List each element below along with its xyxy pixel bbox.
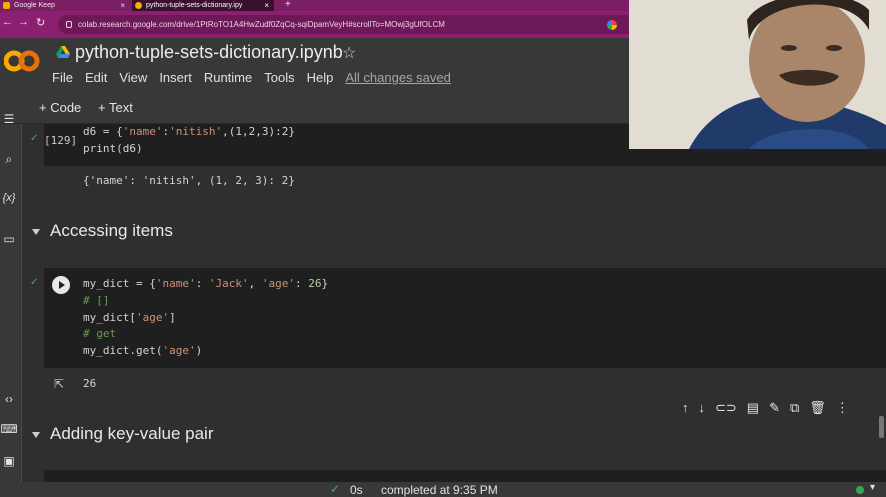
code-token: : bbox=[195, 277, 209, 290]
code-token: ] bbox=[169, 310, 176, 324]
scrollbar[interactable] bbox=[879, 416, 884, 438]
collapse-icon[interactable] bbox=[32, 228, 40, 235]
code-snippets-icon[interactable]: ‹› bbox=[0, 392, 18, 406]
search-icon[interactable]: ⌕ bbox=[0, 152, 18, 167]
tab-title: python-tuple-sets-dictionary.ipy bbox=[146, 2, 243, 9]
code-string: 'age' bbox=[135, 310, 170, 324]
section-heading[interactable]: Accessing items bbox=[32, 221, 173, 241]
code-token: ,(1,2,3):2} bbox=[222, 125, 295, 138]
code-token: my_dict.get( bbox=[83, 344, 163, 358]
terminal-icon[interactable]: ▣ bbox=[0, 454, 18, 468]
back-icon[interactable]: ← bbox=[2, 16, 13, 28]
left-sidebar: ☰ ⌕ {x} ▭ ‹› ⌨ ▣ bbox=[0, 112, 22, 482]
keep-icon bbox=[3, 2, 10, 9]
code-string: 'Jack' bbox=[208, 277, 249, 290]
star-icon[interactable]: ☆ bbox=[342, 43, 356, 63]
menu-view[interactable]: View bbox=[119, 70, 147, 85]
tab-google-keep[interactable]: Google Keep × bbox=[0, 0, 130, 11]
runtime-status-icon[interactable] bbox=[856, 486, 864, 494]
code-comment: # [] bbox=[83, 293, 110, 307]
more-icon[interactable]: ⋮ bbox=[836, 400, 849, 416]
drive-icon[interactable] bbox=[56, 46, 70, 58]
menu-file[interactable]: File bbox=[52, 70, 73, 85]
code-token: } bbox=[321, 277, 329, 290]
menu-runtime[interactable]: Runtime bbox=[204, 70, 252, 85]
add-text-button[interactable]: + Text bbox=[98, 100, 133, 115]
chevron-down-icon[interactable]: ▾ bbox=[870, 482, 875, 493]
command-palette-icon[interactable]: ⌨ bbox=[0, 422, 18, 436]
add-code-button[interactable]: + Code bbox=[39, 100, 81, 115]
menu-insert[interactable]: Insert bbox=[159, 70, 192, 85]
code-string: 'name' bbox=[122, 125, 163, 138]
section-heading[interactable]: Adding key-value pair bbox=[32, 424, 213, 444]
new-tab-icon[interactable]: + bbox=[285, 0, 291, 10]
close-icon[interactable]: × bbox=[120, 1, 125, 10]
tab-title: Google Keep bbox=[14, 2, 55, 9]
forward-icon[interactable]: → bbox=[18, 16, 29, 28]
url-text: colab.research.google.com/drive/1PtRoTO1… bbox=[78, 20, 445, 29]
collapse-icon[interactable] bbox=[32, 431, 40, 438]
tab-colab[interactable]: python-tuple-sets-dictionary.ipy × bbox=[132, 0, 274, 11]
edit-icon[interactable]: ✎ bbox=[769, 400, 780, 416]
notebook-area: ✓ [129] d6 = {'name':'nitish',(1,2,3):2}… bbox=[22, 124, 886, 482]
lock-icon bbox=[66, 21, 72, 28]
code-token: ) bbox=[195, 344, 203, 358]
code-string: 'nitish' bbox=[169, 125, 223, 138]
code-token: , bbox=[248, 277, 262, 290]
run-cell-button[interactable] bbox=[52, 276, 70, 294]
menu-bar: File Edit View Insert Runtime Tools Help… bbox=[52, 70, 463, 85]
status-bar: ✓ 0s completed at 9:35 PM ▾ bbox=[0, 482, 886, 497]
menu-edit[interactable]: Edit bbox=[85, 70, 107, 85]
comment-icon[interactable]: ▤ bbox=[747, 400, 759, 416]
code-token: : bbox=[294, 277, 309, 290]
execution-duration: 0s bbox=[350, 483, 363, 497]
code-editor[interactable]: my_dict = {'name': 'Jack', 'age': 26} # … bbox=[83, 276, 328, 360]
check-icon: ✓ bbox=[330, 482, 341, 496]
check-icon: ✓ bbox=[30, 133, 39, 144]
webcam-overlay bbox=[629, 0, 886, 149]
toc-icon[interactable]: ☰ bbox=[0, 112, 18, 126]
code-string: 'age' bbox=[162, 344, 196, 358]
colab-logo[interactable] bbox=[4, 49, 40, 73]
variables-icon[interactable]: {x} bbox=[0, 192, 18, 204]
menu-help[interactable]: Help bbox=[307, 70, 334, 85]
section-title: Accessing items bbox=[50, 221, 173, 240]
code-token: my_dict = { bbox=[83, 277, 156, 290]
notebook-title[interactable]: python-tuple-sets-dictionary.ipynb bbox=[75, 42, 343, 63]
url-input[interactable]: colab.research.google.com/drive/1PtRoTO1… bbox=[58, 15, 638, 34]
code-token: my_dict[ bbox=[83, 310, 136, 324]
link-icon[interactable]: ⊂⊃ bbox=[715, 400, 737, 416]
reload-icon[interactable]: ↻ bbox=[36, 16, 45, 29]
mirror-cell-icon[interactable]: ⧉ bbox=[790, 400, 799, 416]
colab-icon bbox=[135, 2, 142, 9]
code-comment: # get bbox=[83, 327, 117, 341]
cell-output: 26 bbox=[83, 377, 97, 390]
code-string: 'name' bbox=[155, 277, 196, 290]
screen: Google Keep × python-tuple-sets-dictiona… bbox=[0, 0, 886, 497]
check-icon: ✓ bbox=[30, 277, 39, 288]
presenter-image bbox=[629, 0, 886, 149]
code-token: d6 = { bbox=[83, 125, 123, 138]
completion-text: completed at 9:35 PM bbox=[381, 483, 498, 497]
move-down-icon[interactable]: ↓ bbox=[699, 400, 706, 416]
execution-count: [129] bbox=[44, 134, 78, 147]
output-action-icon[interactable]: ⇱ bbox=[54, 377, 64, 391]
code-editor[interactable]: d6 = {'name':'nitish',(1,2,3):2} print(d… bbox=[83, 124, 295, 158]
code-cell[interactable]: my_dict = {'name': 'Jack', 'age': 26} # … bbox=[44, 268, 886, 368]
menu-tools[interactable]: Tools bbox=[264, 70, 294, 85]
folder-icon[interactable]: ▭ bbox=[0, 232, 18, 246]
code-number: 26 bbox=[308, 277, 322, 290]
cell-toolbar: ↑ ↓ ⊂⊃ ▤ ✎ ⧉ 🗑 ⋮ bbox=[682, 400, 849, 416]
code-line: print(d6) bbox=[83, 141, 143, 155]
close-icon[interactable]: × bbox=[264, 1, 269, 10]
delete-icon[interactable]: 🗑 bbox=[809, 400, 826, 416]
move-up-icon[interactable]: ↑ bbox=[682, 400, 689, 416]
code-string: 'age' bbox=[261, 277, 295, 290]
section-title: Adding key-value pair bbox=[50, 424, 214, 443]
cell-output: {'name': 'nitish', (1, 2, 3): 2} bbox=[83, 174, 295, 187]
google-icon[interactable] bbox=[607, 20, 617, 30]
save-status-link[interactable]: All changes saved bbox=[345, 70, 451, 85]
code-cell[interactable] bbox=[44, 470, 886, 482]
